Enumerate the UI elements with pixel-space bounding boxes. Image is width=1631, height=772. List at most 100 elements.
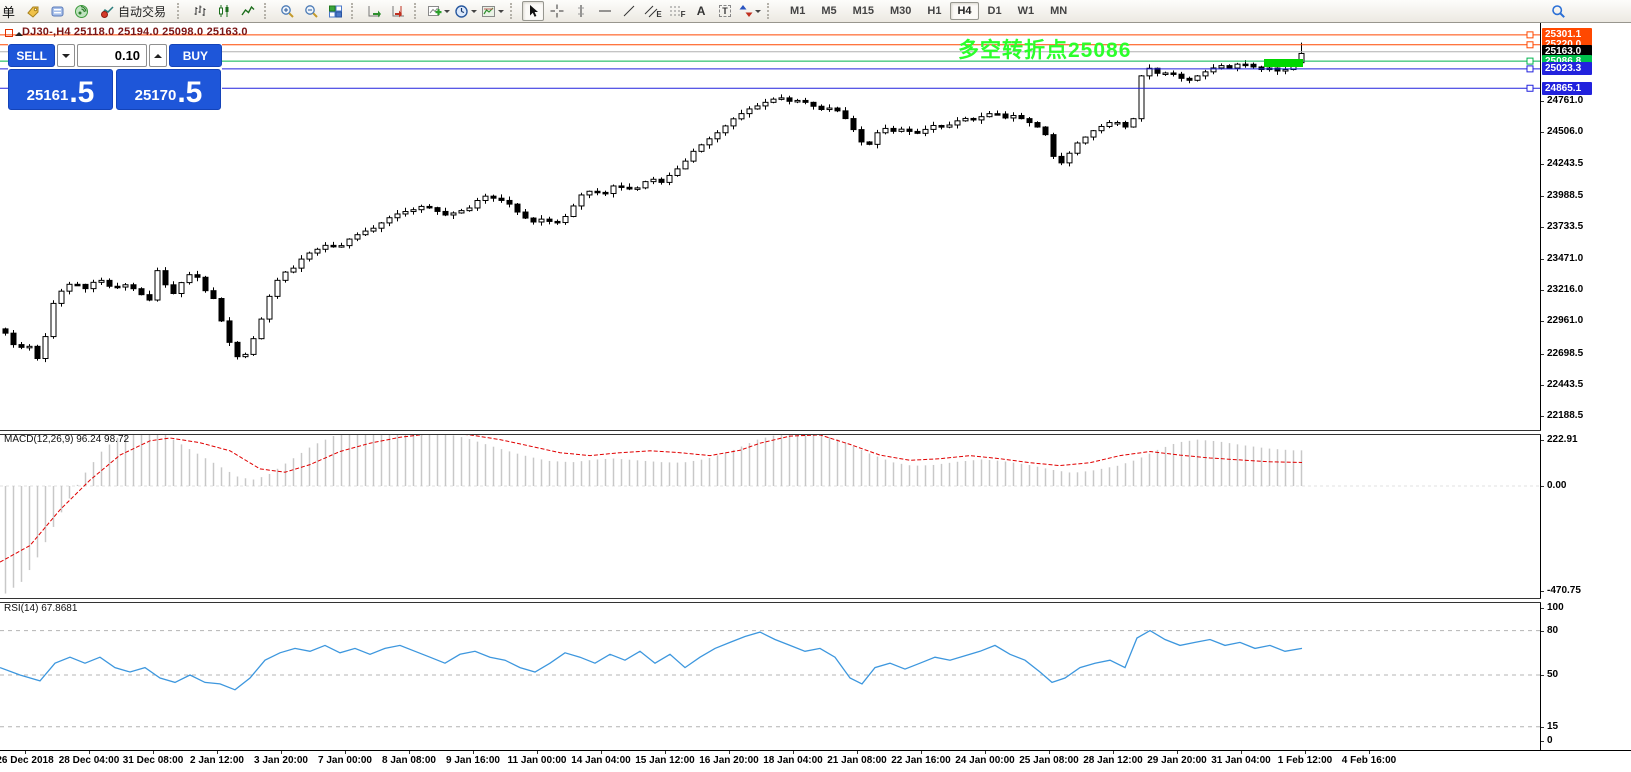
rsi-indicator-chart[interactable] xyxy=(0,601,1541,749)
chevron-down-icon xyxy=(62,54,70,62)
time-axis-tickmark xyxy=(1113,751,1114,754)
text-label-tool-button[interactable]: T xyxy=(714,1,736,21)
rsi-splitter[interactable] xyxy=(0,598,1541,603)
buy-price-box[interactable]: 25170.5 xyxy=(116,69,221,110)
macd-label: MACD(12,26,9) 96.24 98.72 xyxy=(4,434,129,445)
menu-item[interactable]: 单 xyxy=(2,2,15,21)
indicators-dropdown-caret xyxy=(444,10,450,16)
mt4-terminal: 单 自动交易 xyxy=(0,0,1631,772)
price-axis-label: 24243.5 xyxy=(1547,158,1583,169)
chart-symbol-icon xyxy=(5,29,23,37)
cursor-tool-button[interactable] xyxy=(522,1,544,21)
market-watch-icon xyxy=(50,4,65,19)
signals-icon xyxy=(74,4,89,19)
zoom-in-button[interactable] xyxy=(276,1,298,21)
time-axis-tickmark xyxy=(345,751,346,754)
trendline-tool-button[interactable] xyxy=(618,1,640,21)
time-axis-tickmark xyxy=(281,751,282,754)
volume-decrease-button[interactable] xyxy=(57,44,75,67)
candlestick-button[interactable] xyxy=(213,1,235,21)
timeframe-w1-button[interactable]: W1 xyxy=(1011,2,1042,20)
search-button[interactable] xyxy=(1547,1,1569,21)
line-chart-icon xyxy=(241,4,255,18)
arrows-icon xyxy=(739,4,753,18)
time-axis-tickmark xyxy=(1049,751,1050,754)
sell-button[interactable]: SELL xyxy=(8,44,55,67)
periods-dropdown-caret xyxy=(471,10,477,16)
time-axis-tickmark xyxy=(921,751,922,754)
channel-glyph: E xyxy=(656,10,661,19)
timeframe-h4-button[interactable]: H4 xyxy=(950,2,978,20)
main-price-chart[interactable] xyxy=(0,22,1541,430)
price-axis-label: 100 xyxy=(1547,602,1564,613)
channel-tool-button[interactable]: E xyxy=(642,1,664,21)
price-axis-border xyxy=(1540,22,1541,750)
indicators-button[interactable] xyxy=(426,1,451,21)
crosshair-tool-button[interactable] xyxy=(546,1,568,21)
market-watch-button[interactable] xyxy=(46,1,68,21)
price-axis-label: -470.75 xyxy=(1547,585,1581,596)
price-axis-label: 22188.5 xyxy=(1547,410,1583,421)
macd-splitter[interactable] xyxy=(0,430,1541,435)
buy-button[interactable]: BUY xyxy=(169,44,222,67)
time-axis-label: 29 Jan 20:00 xyxy=(1147,755,1207,766)
sell-price-box[interactable]: 25161.5 xyxy=(8,69,113,110)
price-level-tag: 24865.1 xyxy=(1542,82,1592,95)
periods-button[interactable] xyxy=(453,1,478,21)
time-axis-label: 14 Jan 04:00 xyxy=(571,755,631,766)
new-order-button[interactable] xyxy=(22,1,44,21)
clock-icon xyxy=(454,4,469,19)
horizontal-line-tool-button[interactable] xyxy=(594,1,616,21)
timeframe-mn-button[interactable]: MN xyxy=(1043,2,1074,20)
signals-button[interactable] xyxy=(70,1,92,21)
macd-indicator-chart[interactable] xyxy=(0,433,1541,598)
fibonacci-glyph: F xyxy=(681,10,686,19)
price-axis-label: 23471.0 xyxy=(1547,253,1583,264)
time-axis-label: 1 Feb 12:00 xyxy=(1278,755,1332,766)
line-chart-button[interactable] xyxy=(237,1,259,21)
timeframe-d1-button[interactable]: D1 xyxy=(981,2,1009,20)
templates-icon xyxy=(481,4,496,19)
timeframe-h1-button[interactable]: H1 xyxy=(920,2,948,20)
text-tool-button[interactable]: A xyxy=(690,1,712,21)
time-axis-label: 26 Dec 2018 xyxy=(0,755,54,766)
time-axis-tickmark xyxy=(601,751,602,754)
rsi-label: RSI(14) 67.8681 xyxy=(4,603,77,614)
time-axis-tickmark xyxy=(537,751,538,754)
time-axis-label: 28 Jan 12:00 xyxy=(1083,755,1143,766)
zoom-in-icon xyxy=(280,4,295,19)
toolbar-separator xyxy=(351,3,358,19)
timeframe-m1-button[interactable]: M1 xyxy=(783,2,812,20)
tile-windows-button[interactable] xyxy=(324,1,346,21)
vertical-line-tool-button[interactable] xyxy=(570,1,592,21)
price-axis-label: 22961.0 xyxy=(1547,315,1583,326)
auto-scroll-button[interactable] xyxy=(363,1,385,21)
buy-price-main: 25170 xyxy=(135,86,177,106)
price-axis-label: 24506.0 xyxy=(1547,126,1583,137)
fibonacci-tool-button[interactable]: F xyxy=(666,1,688,21)
cursor-icon xyxy=(526,4,540,18)
zoom-out-icon xyxy=(304,4,319,19)
volume-input[interactable] xyxy=(77,44,147,67)
zoom-out-button[interactable] xyxy=(300,1,322,21)
buy-price-pips: .5 xyxy=(177,80,202,106)
timeframe-m15-button[interactable]: M15 xyxy=(846,2,881,20)
volume-increase-button[interactable] xyxy=(149,44,167,67)
toolbar-separator xyxy=(177,3,184,19)
timeframe-m30-button[interactable]: M30 xyxy=(883,2,918,20)
time-axis-label: 4 Feb 16:00 xyxy=(1342,755,1396,766)
chart-shift-button[interactable] xyxy=(387,1,409,21)
chart-shift-icon xyxy=(391,4,406,19)
autotrading-icon xyxy=(100,4,115,19)
arrows-tool-button[interactable] xyxy=(738,1,762,21)
bar-chart-icon xyxy=(193,4,207,18)
time-axis-label: 22 Jan 16:00 xyxy=(891,755,951,766)
autotrading-button[interactable]: 自动交易 xyxy=(94,1,172,21)
price-axis-label: 0 xyxy=(1547,735,1553,746)
templates-button[interactable] xyxy=(480,1,505,21)
price-axis-label: 80 xyxy=(1547,625,1558,636)
new-order-icon xyxy=(26,4,41,19)
timeframe-m5-button[interactable]: M5 xyxy=(814,2,843,20)
bar-chart-button[interactable] xyxy=(189,1,211,21)
timeframe-toolbar: M1M5M15M30H1H4D1W1MN xyxy=(782,2,1075,20)
